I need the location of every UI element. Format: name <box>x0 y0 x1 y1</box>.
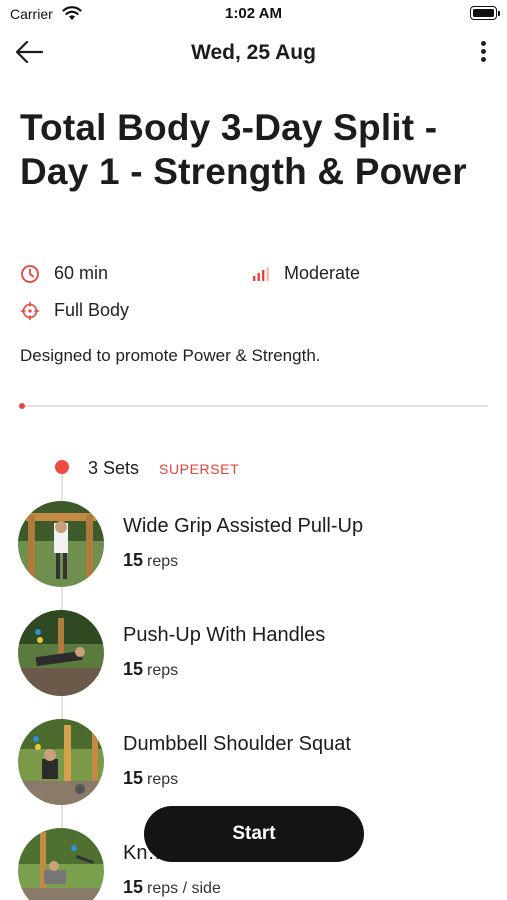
exercise-reps: 15 reps / side <box>123 877 221 898</box>
exercise-name: Dumbbell Shoulder Squat <box>123 733 351 755</box>
focus-label: Full Body <box>54 300 130 320</box>
exercise-reps: 15 reps <box>123 659 178 680</box>
more-vertical-icon <box>475 41 491 62</box>
reps-unit: reps / side <box>147 880 221 897</box>
exercise-name: Wide Grip Assisted Pull-Up <box>123 515 364 537</box>
exercise-thumbnail <box>18 719 104 805</box>
reps-count: 15 <box>123 768 144 788</box>
superset-badge: SUPERSET <box>159 461 240 477</box>
level-info: Moderate <box>250 263 360 284</box>
exercise-thumbnail <box>18 501 104 587</box>
exercise-thumbnail <box>18 610 104 696</box>
progress-indicator <box>19 403 25 409</box>
exercise-item-shoulder-squat[interactable]: Dumbbell Shoulder Squat 15 reps <box>18 719 488 809</box>
level-label: Moderate <box>284 263 361 283</box>
nav-bar: Wed, 25 Aug <box>0 30 507 74</box>
reps-unit: reps <box>147 553 179 570</box>
duration-label: 60 min <box>54 263 109 283</box>
status-bar: Carrier 1:02 AM <box>0 0 507 28</box>
reps-count: 15 <box>123 877 144 897</box>
exercise-thumbnail <box>18 828 104 900</box>
focus-info: Full Body <box>20 300 129 321</box>
exercise-reps: 15 reps <box>123 768 178 789</box>
workout-progress-bar <box>19 403 488 409</box>
reps-unit: reps <box>147 662 179 679</box>
exercise-name: Push-Up With Handles <box>123 624 326 646</box>
start-workout-button[interactable]: Start <box>144 806 364 862</box>
duration-info: 60 min <box>20 263 108 284</box>
workout-title: Total Body 3-Day Split - Day 1 - Strengt… <box>20 107 467 192</box>
target-icon <box>20 301 40 320</box>
exercise-item-push-up[interactable]: Push-Up With Handles 15 reps <box>18 610 488 700</box>
clock-icon <box>21 264 39 283</box>
page-date-title: Wed, 25 Aug <box>191 41 316 64</box>
exercise-item-pull-up[interactable]: Wide Grip Assisted Pull-Up 15 reps <box>18 501 488 591</box>
exercise-reps: 15 reps <box>123 550 178 571</box>
battery-icon <box>470 6 500 20</box>
workout-description: Designed to promote Power & Strength. <box>20 346 321 365</box>
reps-unit: reps <box>147 771 179 788</box>
sets-count: 3 Sets <box>88 458 140 478</box>
reps-count: 15 <box>123 550 144 570</box>
reps-count: 15 <box>123 659 144 679</box>
more-options-button[interactable] <box>475 38 491 66</box>
status-time: 1:02 AM <box>225 5 282 22</box>
set-indicator-dot <box>55 460 69 474</box>
intensity-bars-icon <box>253 266 269 281</box>
